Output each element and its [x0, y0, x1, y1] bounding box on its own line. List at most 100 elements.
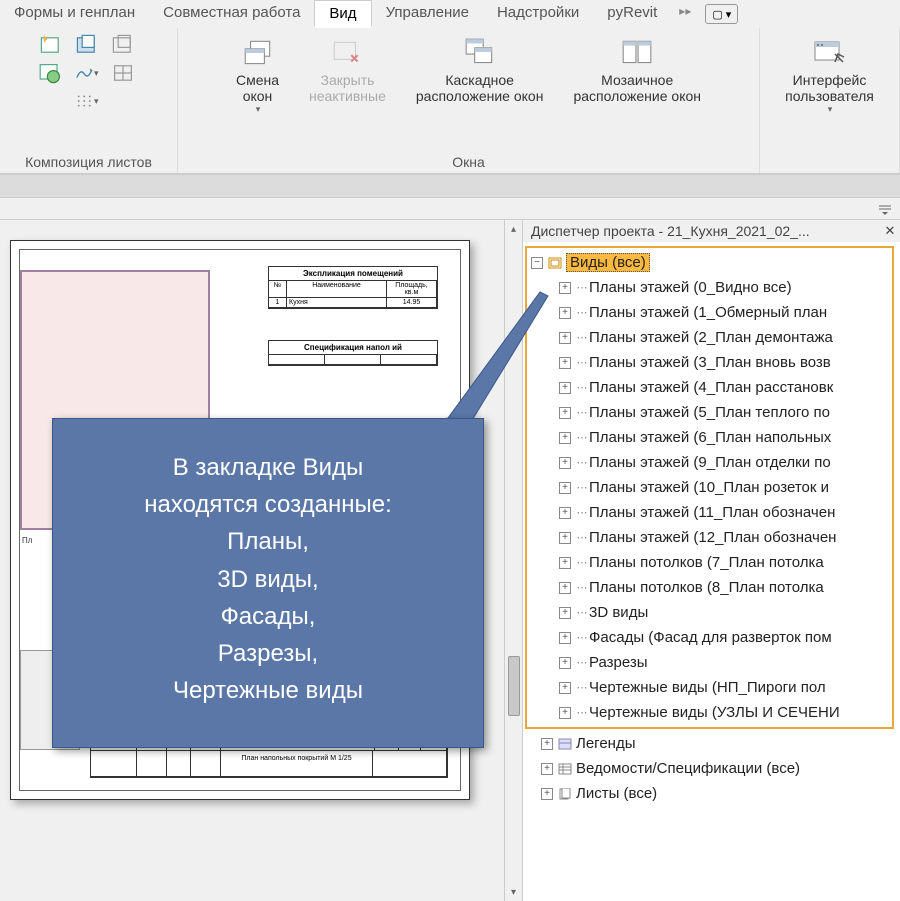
tree-item[interactable]: +⋯Планы этажей (11_План обозначен [559, 500, 890, 525]
expand-icon[interactable]: + [559, 307, 571, 319]
expand-icon[interactable]: + [559, 532, 571, 544]
expand-icon[interactable]: + [541, 763, 553, 775]
tree-item[interactable]: +⋯Чертежные виды (НП_Пироги пол [559, 675, 890, 700]
expand-icon[interactable]: + [559, 482, 571, 494]
expand-icon[interactable]: + [559, 332, 571, 344]
tab-collaborate[interactable]: Совместная работа [149, 0, 314, 28]
tab-forms-siteplan[interactable]: Формы и генплан [0, 0, 149, 28]
tree-item-label: Планы этажей (4_План расстановк [589, 379, 833, 396]
switch-windows-label: Смена окон [236, 72, 279, 104]
tree-connector: ⋯ [576, 381, 588, 394]
expand-icon[interactable]: + [559, 657, 571, 669]
tree-item-label: Планы этажей (0_Видно все) [589, 279, 792, 296]
switch-windows-button[interactable]: Смена окон ▾ [230, 34, 285, 117]
panel-ui: Интерфейс пользователя ▾ [760, 28, 900, 173]
expand-icon[interactable]: + [541, 788, 553, 800]
tabs-overflow-icon[interactable]: ▸▸ [671, 0, 699, 28]
annotation-callout: В закладке Виды находятся созданные: Пла… [52, 418, 484, 748]
tree-item[interactable]: +⋯Планы этажей (5_План теплого по [559, 400, 890, 425]
sheet-btn-2[interactable] [75, 34, 99, 56]
scroll-thumb[interactable] [508, 656, 520, 716]
scroll-down-icon[interactable]: ▾ [507, 885, 521, 899]
divider [0, 174, 900, 198]
tree-item[interactable]: +⋯Планы этажей (0_Видно все) [559, 275, 890, 300]
tree-item-label: Планы этажей (6_План напольных [589, 429, 831, 446]
cascade-icon [463, 36, 497, 70]
dropdown-icon: ▾ [256, 104, 261, 115]
tree-item[interactable]: +⋯Планы потолков (8_План потолка [559, 575, 890, 600]
tree-sheets-label: Листы (все) [576, 785, 657, 802]
project-browser: Диспетчер проекта - 21_Кухня_2021_02_...… [522, 220, 900, 901]
tree-item[interactable]: +⋯Планы этажей (1_Обмерный план [559, 300, 890, 325]
tree-item-label: Планы этажей (3_План вновь возв [589, 354, 831, 371]
expand-icon[interactable]: + [559, 632, 571, 644]
ribbon: Формы и генплан Совместная работа Вид Уп… [0, 0, 900, 174]
tab-view[interactable]: Вид [314, 0, 371, 28]
tree-item[interactable]: +⋯Фасады (Фасад для разверток пом [559, 625, 890, 650]
ribbon-expand-button[interactable]: ▢ ▾ [705, 4, 738, 24]
expand-icon[interactable]: + [559, 507, 571, 519]
tree-connector: ⋯ [576, 431, 588, 444]
tree-item-label: 3D виды [589, 604, 648, 621]
collapse-icon[interactable]: − [531, 257, 543, 269]
expand-icon[interactable]: + [559, 407, 571, 419]
tree-item-label: Разрезы [589, 654, 648, 671]
tree-item[interactable]: +⋯Разрезы [559, 650, 890, 675]
tree-item-label: Чертежные виды (НП_Пироги пол [589, 679, 826, 696]
close-inactive-button[interactable]: Закрыть неактивные [303, 34, 392, 106]
tree-item[interactable]: + ⋯Планы этажей (2_План демонтажа [559, 325, 890, 350]
sheet-btn-5[interactable]: ▾ [75, 62, 99, 84]
views-icon [547, 256, 563, 270]
tree-item[interactable]: +⋯Планы этажей (12_План обозначен [559, 525, 890, 550]
tree-item-label: Планы этажей (2_План демонтажа [589, 329, 833, 346]
floor-spec-schedule: Спецификация напол ий [268, 340, 438, 366]
expand-icon[interactable]: + [541, 738, 553, 750]
close-icon[interactable]: ✕ [882, 223, 898, 239]
tree-connector: ⋯ [576, 331, 588, 344]
tree-legends[interactable]: + Легенды [541, 731, 898, 756]
expand-icon[interactable]: + [559, 607, 571, 619]
views-highlight: − Виды (все) +⋯Планы этажей (0_Видно все… [525, 246, 894, 729]
tree-root-views[interactable]: − Виды (все) [531, 250, 890, 275]
expand-icon[interactable]: + [559, 682, 571, 694]
cascade-label: Каскадное расположение окон [416, 72, 544, 104]
tree-item[interactable]: +⋯Чертежные виды (УЗЛЫ И СЕЧЕНИ [559, 700, 890, 725]
expand-icon[interactable]: + [559, 432, 571, 444]
tree-item-label: Планы этажей (10_План розеток и [589, 479, 829, 496]
ribbon-tabs: Формы и генплан Совместная работа Вид Уп… [0, 0, 900, 28]
expand-icon[interactable]: + [559, 707, 571, 719]
tree-item[interactable]: +⋯Планы этажей (3_План вновь возв [559, 350, 890, 375]
expand-icon[interactable]: + [559, 357, 571, 369]
canvas-scrollbar[interactable]: ▴ ▾ [504, 220, 522, 901]
scroll-up-icon[interactable]: ▴ [507, 222, 521, 236]
tab-addins[interactable]: Надстройки [483, 0, 593, 28]
sheet-btn-7[interactable]: ▾ [75, 90, 99, 112]
expand-icon[interactable]: + [559, 582, 571, 594]
cascade-windows-button[interactable]: Каскадное расположение окон [410, 34, 550, 106]
panel-label-sheet-composition: Композиция листов [25, 151, 152, 171]
sheet-btn-4[interactable] [39, 62, 63, 84]
tree-item[interactable]: +⋯3D виды [559, 600, 890, 625]
sheet-btn-1[interactable] [39, 34, 63, 56]
tree-item[interactable]: + ⋯Планы этажей (4_План расстановк [559, 375, 890, 400]
panel-sheet-composition: ▾ ▾ Композиция листов [0, 28, 178, 173]
expand-icon[interactable]: + [559, 382, 571, 394]
tree-item[interactable]: +⋯Планы этажей (9_План отделки по [559, 450, 890, 475]
tile-windows-button[interactable]: Мозаичное расположение окон [567, 34, 707, 106]
tree-item[interactable]: +⋯Планы потолков (7_План потолка [559, 550, 890, 575]
expand-icon[interactable]: + [559, 457, 571, 469]
tab-manage[interactable]: Управление [372, 0, 483, 28]
sheet-btn-6[interactable] [111, 62, 135, 84]
tree-sheets[interactable]: + Листы (все) [541, 781, 898, 806]
expand-icon[interactable]: + [559, 557, 571, 569]
expand-icon[interactable]: + [559, 282, 571, 294]
tree-item[interactable]: +⋯Планы этажей (10_План розеток и [559, 475, 890, 500]
user-interface-button[interactable]: Интерфейс пользователя ▾ [779, 34, 880, 117]
tree-item[interactable]: + ⋯Планы этажей (6_План напольных [559, 425, 890, 450]
schedule-icon [557, 762, 573, 776]
panel-windows: Смена окон ▾ Закрыть неактивные Каскадно… [178, 28, 760, 173]
viewport-options-icon[interactable] [876, 201, 894, 217]
sheet-btn-3[interactable] [111, 34, 135, 56]
tab-pyrevit[interactable]: pyRevit [593, 0, 671, 28]
tree-schedules[interactable]: + Ведомости/Спецификации (все) [541, 756, 898, 781]
